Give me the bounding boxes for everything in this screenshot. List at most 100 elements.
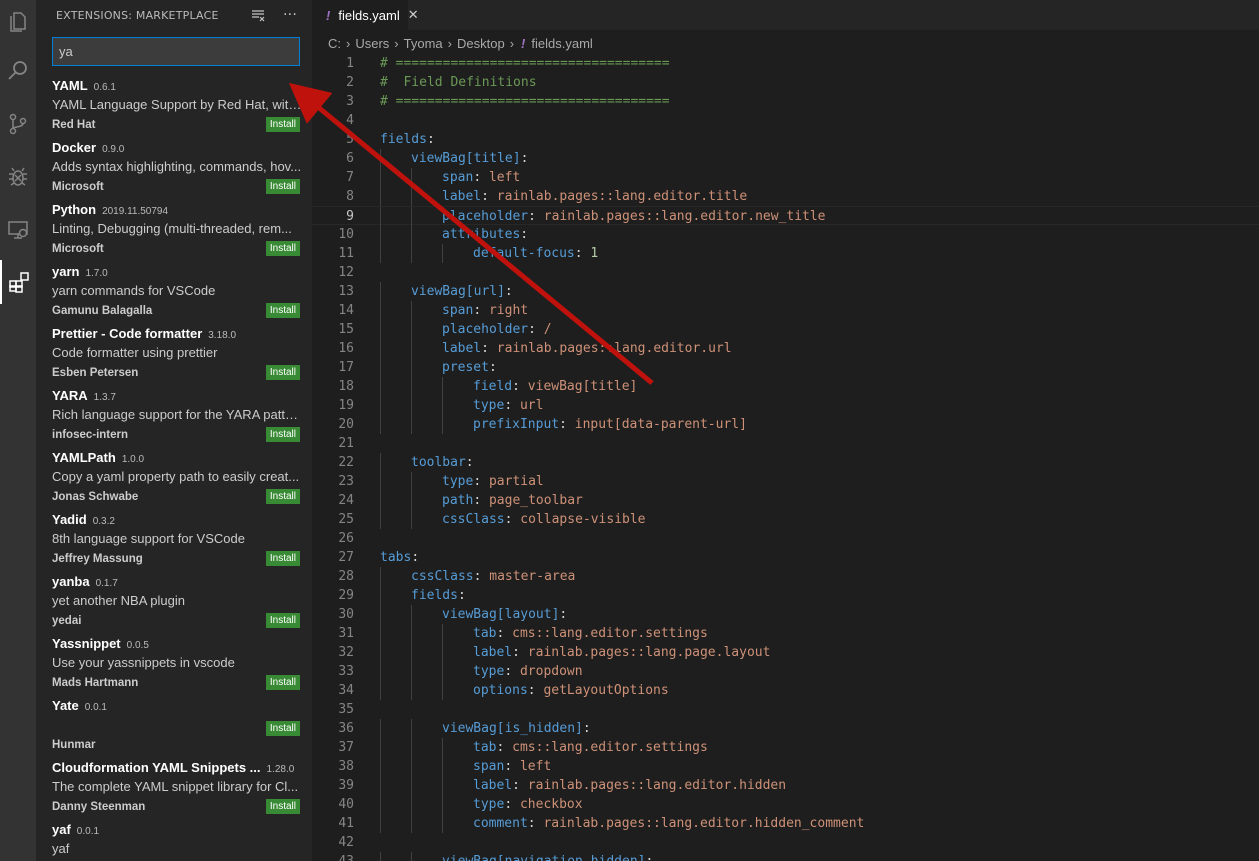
code-line[interactable]: 29 fields: (312, 586, 1259, 605)
extension-item[interactable]: Yadid 0.3.2 8th language support for VSCod… (36, 508, 312, 570)
code-line[interactable]: 16 label: rainlab.pages::lang.editor.url (312, 339, 1259, 358)
code-line[interactable]: 30 viewBag[layout]: (312, 605, 1259, 624)
code-line[interactable]: 17 preset: (312, 358, 1259, 377)
extension-item[interactable]: yanba 0.1.7 yet another NBA plugin yedai Ins… (36, 570, 312, 632)
code-token: : (512, 379, 528, 394)
code-line[interactable]: 31 tab: cms::lang.editor.settings (312, 624, 1259, 643)
code-line[interactable]: 21 (312, 434, 1259, 453)
code-line[interactable]: 5 fields: (312, 130, 1259, 149)
code-line[interactable]: 14 span: right (312, 301, 1259, 320)
extension-item[interactable]: yarn 1.7.0 yarn commands for VSCode Gamunu … (36, 260, 312, 322)
code-line[interactable]: 18 field: viewBag[title] (312, 377, 1259, 396)
code-line[interactable]: 34 options: getLayoutOptions (312, 681, 1259, 700)
code-token: : (582, 721, 591, 736)
install-button[interactable]: Install (265, 117, 300, 132)
code-editor[interactable]: 1 # =================================== 2 #… (312, 54, 1259, 861)
line-number: 8 (346, 189, 354, 204)
code-line[interactable]: 3 # =================================== (312, 92, 1259, 111)
install-button[interactable]: Install (265, 489, 300, 504)
code-line[interactable]: 32 label: rainlab.pages::lang.page.layout (312, 643, 1259, 662)
install-button[interactable]: Install (265, 721, 300, 736)
code-line[interactable]: 36 viewBag[is_hidden]: (312, 719, 1259, 738)
code-line[interactable]: 41 comment: rainlab.pages::lang.editor.hi… (312, 814, 1259, 833)
extension-publisher: Jonas Schwabe (52, 491, 139, 503)
code-line[interactable]: 33 type: dropdown (312, 662, 1259, 681)
code-line[interactable]: 6 viewBag[title]: (312, 149, 1259, 168)
code-line[interactable]: 7 span: left (312, 168, 1259, 187)
code-line[interactable]: 10 attributes: (312, 225, 1259, 244)
indent-guide (380, 358, 381, 377)
extension-publisher: infosec-intern (52, 429, 129, 441)
breadcrumb-item[interactable]: C: (328, 36, 341, 51)
extension-item[interactable]: Python 2019.11.50794 Linting, Debugging (m… (36, 198, 312, 260)
extensions-icon[interactable] (0, 260, 36, 304)
extension-item[interactable]: Prettier - Code formatter 3.18.0 Code form… (36, 322, 312, 384)
extension-item[interactable]: Yate 0.0.1 Hunmar Install (36, 694, 312, 751)
code-line[interactable]: 25 cssClass: collapse-visible (312, 510, 1259, 529)
extension-item[interactable]: YAML 0.6.1 YAML Language Support by Red Ha… (36, 74, 312, 136)
code-line[interactable]: 39 label: rainlab.pages::lang.editor.hidd… (312, 776, 1259, 795)
code-line[interactable]: 2 # Field Definitions (312, 73, 1259, 92)
more-actions-icon[interactable]: ··· (280, 5, 300, 25)
code-line[interactable]: 20 prefixInput: input[data-parent-url] (312, 415, 1259, 434)
install-button[interactable]: Install (265, 179, 300, 194)
code-line[interactable]: 42 (312, 833, 1259, 852)
breadcrumb-item[interactable]: Users (355, 36, 389, 51)
remote-explorer-icon[interactable] (0, 208, 36, 252)
breadcrumb-file[interactable]: fields.yaml (531, 36, 592, 51)
extension-name: Cloudformation YAML Snippets ... (52, 760, 261, 775)
breadcrumb-item[interactable]: Tyoma (404, 36, 443, 51)
code-line[interactable]: 19 type: url (312, 396, 1259, 415)
code-line[interactable]: 13 viewBag[url]: (312, 282, 1259, 301)
clear-extensions-icon[interactable] (248, 5, 268, 25)
code-line[interactable]: 38 span: left (312, 757, 1259, 776)
source-control-icon[interactable] (0, 102, 36, 146)
code-line[interactable]: 37 tab: cms::lang.editor.settings (312, 738, 1259, 757)
install-button[interactable]: Install (265, 303, 300, 318)
search-icon[interactable] (0, 49, 36, 93)
explorer-icon[interactable] (0, 0, 36, 44)
extension-item[interactable]: Docker 0.9.0 Adds syntax highlighting, com… (36, 136, 312, 198)
extension-search-input[interactable] (52, 37, 300, 66)
debug-icon[interactable] (0, 155, 36, 199)
code-token: rainlab.pages::lang.editor.title (496, 189, 748, 204)
code-line[interactable]: 8 label: rainlab.pages::lang.editor.title (312, 187, 1259, 206)
code-token: label (473, 778, 513, 793)
code-line[interactable]: 26 (312, 529, 1259, 548)
extension-publisher: Microsoft (52, 243, 104, 255)
code-line[interactable]: 35 (312, 700, 1259, 719)
install-button[interactable]: Install (265, 613, 300, 628)
install-button[interactable]: Install (265, 799, 300, 814)
install-button[interactable]: Install (265, 551, 300, 566)
code-line[interactable]: 1 # =================================== (312, 54, 1259, 73)
extension-description: 8th language support for VSCode (52, 531, 245, 546)
extension-version: 0.0.5 (126, 640, 149, 651)
extension-item[interactable]: yaf 0.0.1 yaf (36, 818, 312, 861)
code-line[interactable]: 4 (312, 111, 1259, 130)
breadcrumb-item[interactable]: Desktop (457, 36, 505, 51)
install-button[interactable]: Install (265, 675, 300, 690)
close-icon[interactable]: ✕ (408, 7, 419, 23)
line-content: path: page_toolbar (442, 491, 583, 510)
code-line[interactable]: 12 (312, 263, 1259, 282)
install-button[interactable]: Install (265, 427, 300, 442)
install-button[interactable]: Install (265, 241, 300, 256)
code-line[interactable]: 27 tabs: (312, 548, 1259, 567)
extension-item[interactable]: YAMLPath 1.0.0 Copy a yaml property path t… (36, 446, 312, 508)
extension-version: 3.18.0 (208, 330, 237, 341)
tab-fields-yaml[interactable]: ! fields.yaml ✕ (312, 0, 419, 30)
code-line[interactable]: 11 default-focus: 1 (312, 244, 1259, 263)
extension-item[interactable]: YARA 1.3.7 Rich language support for the Y… (36, 384, 312, 446)
extension-item[interactable]: Yassnippet 0.0.5 Use your yassnippets in v… (36, 632, 312, 694)
install-button[interactable]: Install (265, 365, 300, 380)
code-line[interactable]: 22 toolbar: (312, 453, 1259, 472)
code-line[interactable]: 23 type: partial (312, 472, 1259, 491)
code-line[interactable]: 40 type: checkbox (312, 795, 1259, 814)
code-line[interactable]: 9 placeholder: rainlab.pages::lang.editor… (312, 206, 1259, 226)
code-line[interactable]: 24 path: page_toolbar (312, 491, 1259, 510)
code-line[interactable]: 43 viewBag[navigation_hidden]: (312, 852, 1259, 861)
code-line[interactable]: 15 placeholder: / (312, 320, 1259, 339)
extension-publisher: Hunmar (52, 739, 96, 751)
code-line[interactable]: 28 cssClass: master-area (312, 567, 1259, 586)
extension-item[interactable]: Cloudformation YAML Snippets ... 1.28.0 Th… (36, 756, 312, 818)
